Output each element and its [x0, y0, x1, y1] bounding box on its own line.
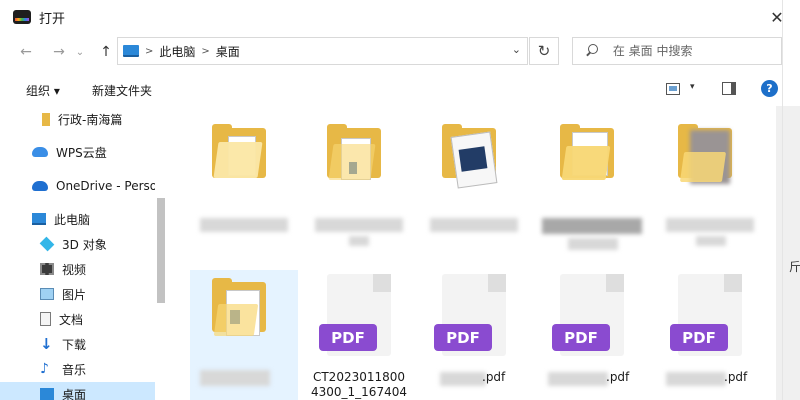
- computer-icon: [123, 45, 139, 57]
- window-edge: [782, 0, 783, 400]
- sidebar-item-label: 下载: [62, 337, 87, 352]
- chevron-right-icon: >: [201, 45, 210, 57]
- back-button[interactable]: ←: [14, 40, 38, 64]
- folder-item[interactable]: [190, 270, 298, 400]
- search-icon: [585, 44, 599, 58]
- pdf-item[interactable]: PDF .pdf: [656, 270, 764, 400]
- view-options-dropdown[interactable]: ▾: [690, 82, 695, 92]
- new-folder-button[interactable]: 新建文件夹: [92, 82, 152, 99]
- folder-item[interactable]: [305, 116, 413, 256]
- breadcrumb-desktop[interactable]: 桌面: [216, 43, 240, 60]
- download-icon: ↓: [40, 335, 53, 353]
- pdf-item[interactable]: PDF CT2023011800 4300_1_167404: [305, 270, 413, 400]
- sidebar-item-videos[interactable]: 视频: [0, 257, 160, 281]
- sidebar-item-desktop[interactable]: 桌面: [0, 382, 160, 400]
- sidebar-item-label: 行政-南海篇: [58, 112, 123, 127]
- sidebar-item-label: 文档: [59, 312, 84, 327]
- sidebar-item-wps-cloud[interactable]: WPS云盘: [0, 140, 160, 164]
- sidebar-item-onedrive[interactable]: OneDrive - Perso: [0, 174, 160, 198]
- file-list: PDF CT2023011800 4300_1_167404 PDF .pdf …: [172, 106, 776, 400]
- close-button[interactable]: ✕: [766, 6, 788, 28]
- video-icon: [40, 263, 54, 275]
- onedrive-icon: [32, 181, 48, 191]
- breadcrumb-this-pc[interactable]: 此电脑: [159, 43, 195, 60]
- recent-locations-button[interactable]: ⌄: [72, 40, 88, 64]
- sidebar-item-label: 音乐: [62, 362, 87, 377]
- sidebar-item-documents[interactable]: 文档: [0, 307, 160, 331]
- pdf-item[interactable]: PDF .pdf: [538, 270, 646, 400]
- sidebar-item-label: OneDrive - Perso: [56, 179, 158, 193]
- sidebar-item-label: 图片: [62, 287, 87, 302]
- file-name: .pdf: [724, 370, 748, 384]
- sidebar-scroll-thumb[interactable]: [157, 198, 165, 303]
- sidebar-item-3d-objects[interactable]: 3D 对象: [0, 232, 160, 256]
- window-title: 打开: [39, 11, 66, 27]
- folder-item[interactable]: [656, 116, 764, 256]
- refresh-icon: ↻: [537, 42, 551, 60]
- sidebar-item-label: 此电脑: [54, 212, 91, 227]
- help-icon[interactable]: ?: [761, 80, 778, 97]
- address-bar[interactable]: > 此电脑 > 桌面 ⌄: [117, 37, 528, 65]
- pdf-item[interactable]: PDF .pdf: [420, 270, 528, 400]
- address-dropdown-icon[interactable]: ⌄: [512, 43, 521, 56]
- sidebar-item-pictures[interactable]: 图片: [0, 282, 160, 306]
- search-box[interactable]: [572, 37, 782, 65]
- document-icon: [40, 312, 51, 326]
- sidebar-item-downloads[interactable]: ↓ 下载: [0, 332, 160, 356]
- sidebar-item-folder[interactable]: 行政-南海篇: [0, 107, 160, 131]
- chevron-down-icon: ⌄: [75, 46, 85, 58]
- cloud-icon: [32, 147, 48, 157]
- file-name: .pdf: [606, 370, 630, 384]
- arrow-right-icon: →: [53, 44, 65, 60]
- sidebar-item-this-pc[interactable]: 此电脑: [0, 207, 160, 231]
- navigation-pane: 行政-南海篇 WPS云盘 OneDrive - Perso 此电脑 3D 对象 …: [0, 106, 168, 400]
- arrow-up-icon: ↑: [100, 44, 112, 60]
- folder-item[interactable]: [538, 116, 646, 256]
- pdf-badge: PDF: [552, 324, 610, 351]
- sidebar-item-music[interactable]: ♪ 音乐: [0, 357, 160, 381]
- app-icon: [13, 10, 31, 24]
- command-bar: 组织 ▾ 新建文件夹 ▾ ?: [0, 72, 800, 106]
- open-file-dialog: 打开 ✕ ← → ⌄ ↑ > 此电脑 > 桌面 ⌄ ↻ 在 桌面 中搜索 组织 …: [0, 0, 800, 400]
- folder-item[interactable]: [420, 116, 528, 256]
- refresh-button[interactable]: ↻: [529, 37, 559, 65]
- folder-icon: [42, 112, 50, 126]
- forward-button[interactable]: →: [47, 40, 71, 64]
- file-name: CT2023011800 4300_1_167404: [311, 370, 407, 399]
- cube-icon: [39, 236, 55, 252]
- pdf-badge: PDF: [434, 324, 492, 351]
- desktop-icon: [40, 388, 54, 400]
- sidebar-item-label: WPS云盘: [56, 145, 107, 160]
- folder-item[interactable]: [190, 116, 298, 256]
- picture-icon: [40, 288, 54, 300]
- pdf-badge: PDF: [670, 324, 728, 351]
- sidebar-item-label: 桌面: [62, 387, 87, 400]
- title-bar: 打开 ✕: [0, 0, 800, 34]
- sidebar-item-label: 3D 对象: [62, 237, 107, 252]
- chevron-right-icon: >: [145, 45, 154, 57]
- up-button[interactable]: ↑: [94, 40, 118, 64]
- pdf-badge: PDF: [319, 324, 377, 351]
- arrow-left-icon: ←: [20, 44, 32, 60]
- music-icon: ♪: [40, 361, 49, 377]
- change-view-icon[interactable]: [666, 83, 680, 95]
- sidebar-item-label: 视频: [62, 262, 87, 277]
- computer-icon: [32, 213, 46, 225]
- content-scrollbar[interactable]: [776, 106, 800, 400]
- search-input[interactable]: [612, 44, 781, 58]
- file-name: .pdf: [482, 370, 506, 384]
- organize-button[interactable]: 组织 ▾: [26, 82, 60, 99]
- background-window-text: 斤: [789, 260, 800, 274]
- preview-pane-icon[interactable]: [722, 82, 736, 95]
- address-row: ← → ⌄ ↑ > 此电脑 > 桌面 ⌄ ↻: [0, 34, 800, 70]
